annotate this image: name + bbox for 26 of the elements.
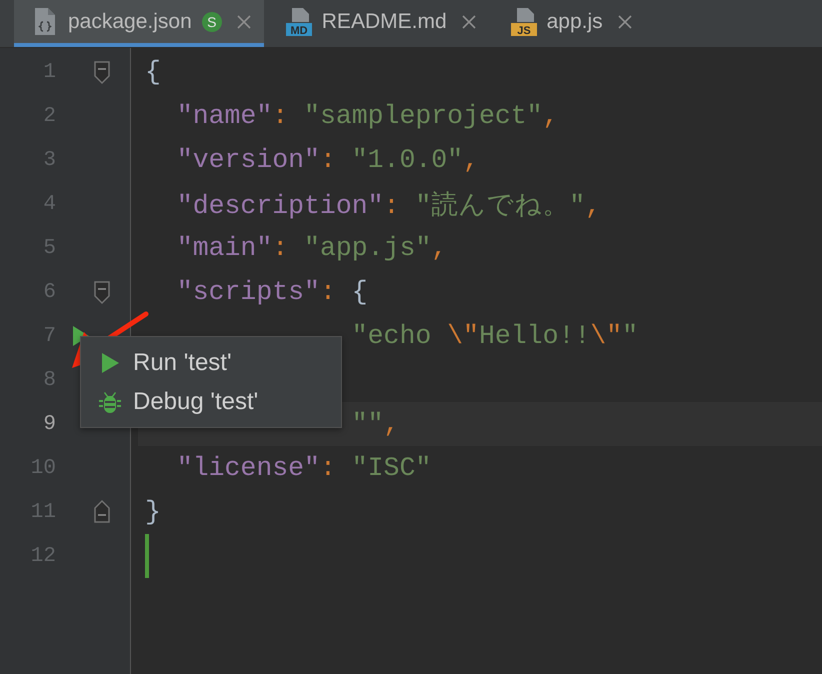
fold-icon[interactable] bbox=[94, 59, 110, 85]
code-line: "description": "読んでね。", bbox=[176, 190, 602, 222]
close-icon[interactable] bbox=[460, 14, 477, 30]
code-line: } bbox=[145, 497, 161, 527]
close-icon[interactable] bbox=[616, 14, 633, 30]
play-icon bbox=[99, 352, 121, 374]
code-line: "version": "1.0.0", bbox=[176, 145, 479, 175]
editor-tab[interactable]: package.json S bbox=[14, 0, 264, 47]
code-line: "license": "ISC" bbox=[176, 453, 432, 483]
editor-tab[interactable]: MD README.md bbox=[268, 0, 489, 47]
close-icon[interactable] bbox=[236, 14, 252, 30]
line-number: 9 bbox=[43, 412, 56, 436]
code-line: "name": "sampleproject", bbox=[176, 101, 558, 131]
code-line: "scripts": { bbox=[176, 277, 368, 307]
fold-icon[interactable] bbox=[94, 499, 110, 525]
bug-icon bbox=[99, 390, 121, 412]
code-line: "echo \"Hello!!\"" bbox=[352, 321, 638, 351]
json-file-icon bbox=[32, 6, 58, 36]
popup-menu-item[interactable]: Run 'test' bbox=[81, 343, 246, 382]
editor-tab[interactable]: JS app.js bbox=[492, 0, 645, 47]
popup-menu-item[interactable]: Debug 'test' bbox=[81, 382, 272, 421]
fold-icon[interactable] bbox=[94, 279, 110, 305]
code-line: "main": "app.js", bbox=[176, 233, 448, 263]
status-badge: S bbox=[202, 12, 222, 32]
code-line: "", bbox=[352, 409, 400, 439]
code-line: { bbox=[145, 57, 161, 87]
